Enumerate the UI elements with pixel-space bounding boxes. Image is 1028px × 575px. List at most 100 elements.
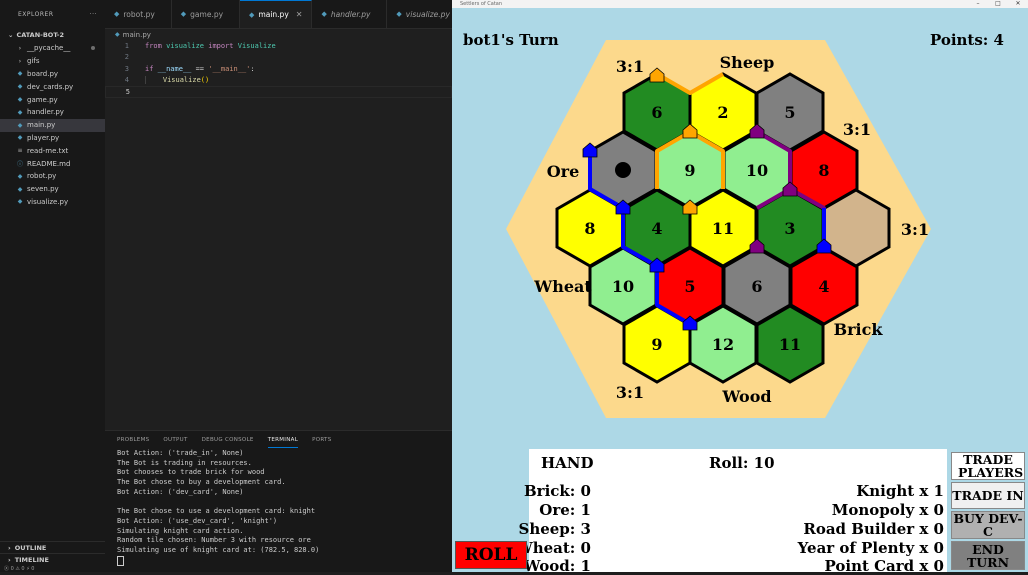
python-file-icon: ◆	[17, 121, 23, 129]
panel-tab[interactable]: PROBLEMS	[117, 433, 149, 447]
terminal-line: The Bot chose to use a development card:…	[117, 507, 316, 516]
tab-label: robot.py	[123, 9, 155, 19]
terminal-output[interactable]: Bot Action: ('trade_in', None) The Bot is…	[105, 449, 452, 566]
port-label: 3:1	[616, 383, 644, 402]
window-title: Settlers of Catan	[460, 1, 503, 7]
code-token: '__main__'	[208, 64, 251, 73]
tab-label: visualize.py	[405, 9, 450, 19]
close-icon[interactable]: ✕	[1008, 0, 1028, 8]
python-file-icon: ◆	[115, 31, 120, 38]
end-turn-button[interactable]: END TURN	[951, 541, 1025, 570]
code-editor[interactable]: 1 from visualize import Visualize 2 3 if…	[105, 40, 452, 98]
tree-file[interactable]: ◆ game.py	[0, 93, 105, 106]
tree-item-label: visualize.py	[27, 197, 69, 206]
robber-icon	[615, 162, 631, 178]
code-token: __name__	[157, 64, 192, 73]
code-line: 4 Visualize ()	[105, 75, 452, 87]
maximize-icon[interactable]: □	[988, 0, 1008, 8]
tile-number: 4	[651, 219, 662, 238]
info-icon: ⓘ	[16, 161, 23, 169]
editor-tab[interactable]: ◆ robot.py	[105, 0, 172, 28]
tile-number: 11	[712, 219, 734, 238]
tile-number: 3	[784, 219, 795, 238]
line-number: 4	[124, 76, 129, 85]
tree-item-label: game.py	[27, 95, 58, 104]
more-actions-icon[interactable]: ···	[90, 11, 97, 18]
points-display: Points: 4	[930, 31, 1004, 49]
tile-number: 8	[818, 161, 829, 180]
tree-file[interactable]: ◆ main.py	[0, 118, 105, 132]
tree-folder[interactable]: › gifs	[0, 55, 105, 68]
terminal-prompt[interactable]	[117, 555, 452, 566]
line-number: 2	[124, 53, 129, 62]
tile-number: 5	[684, 277, 695, 296]
trade-players-button[interactable]: TRADE PLAYERS	[951, 452, 1025, 480]
tree-item-label: seven.py	[27, 185, 59, 194]
tree-file[interactable]: ◆ board.py	[0, 68, 105, 81]
tile-number: 10	[612, 277, 634, 296]
terminal-line: Random tile chosen: Number 3 with resour…	[117, 536, 311, 545]
tile-number: 4	[818, 277, 829, 296]
project-folder[interactable]: ⌄ CATAN-BOT-2	[0, 28, 105, 42]
window-titlebar: Settlers of Catan – □ ✕	[452, 0, 1028, 8]
tree-item-label: robot.py	[27, 172, 57, 181]
trade-in-button[interactable]: TRADE IN	[951, 482, 1025, 509]
roll-button[interactable]: ROLL	[455, 541, 527, 569]
terminal-line: Simulating use of knight card at: (782.5…	[117, 545, 320, 554]
tree-file[interactable]: ≡ read-me.txt	[0, 144, 105, 157]
tab-label: game.py	[190, 9, 224, 19]
python-file-icon: ◆	[17, 70, 23, 78]
tree-folder[interactable]: › __pycache__	[0, 42, 105, 55]
python-file-icon: ◆	[396, 10, 402, 18]
python-file-icon: ◆	[17, 83, 23, 91]
tree-file[interactable]: ◆ dev_cards.py	[0, 80, 105, 93]
tree-file[interactable]: ◆ player.py	[0, 132, 105, 145]
python-file-icon: ◆	[17, 108, 23, 116]
panel-tab[interactable]: TERMINAL	[267, 433, 299, 448]
port-label: Wood	[721, 387, 771, 406]
devcard-point-card: Point Card x 0	[824, 557, 944, 575]
editor-tab[interactable]: ◆ main.py ✕	[240, 0, 313, 28]
code-token: from	[145, 41, 162, 50]
panel-tab[interactable]: OUTPUT	[163, 433, 187, 447]
tree-file[interactable]: ⓘ README.md	[0, 157, 105, 170]
code-line: 1 from visualize import Visualize	[105, 40, 452, 52]
timeline-section[interactable]: › TIMELINE	[0, 553, 105, 565]
explorer-header: EXPLORER ···	[0, 0, 105, 28]
file-tree: › __pycache__ › gifs ◆ board.py ◆ dev_cards.py ◆…	[0, 42, 105, 208]
buy-dev-card-button[interactable]: BUY DEV-C	[951, 511, 1025, 539]
hand-title: HAND	[541, 454, 594, 472]
panel-tab[interactable]: PORTS	[312, 433, 331, 447]
python-file-icon: ◆	[321, 10, 327, 18]
code-token: ()	[200, 76, 210, 85]
python-file-icon: ◆	[17, 198, 23, 206]
outline-section[interactable]: › OUTLINE	[0, 541, 105, 553]
minimize-icon[interactable]: –	[968, 0, 988, 8]
tile-number: 6	[651, 103, 662, 122]
editor-tab[interactable]: ◆ game.py	[172, 0, 241, 28]
chevron-right-icon: ›	[18, 57, 22, 65]
tree-file[interactable]: ◆ seven.py	[0, 183, 105, 196]
editor-tab[interactable]: ◆ handler.py	[312, 0, 388, 28]
resource-sheep: Sheep: 3	[518, 520, 591, 538]
breadcrumb[interactable]: ◆ main.py	[105, 29, 452, 40]
line-number: 3	[124, 64, 129, 73]
panel-tab[interactable]: DEBUG CONSOLE	[202, 433, 254, 447]
terminal-line: Bot chooses to trade brick for wood	[117, 468, 265, 477]
tree-file[interactable]: ◆ visualize.py	[0, 196, 105, 209]
modified-dot-icon	[91, 46, 95, 51]
code-token: :	[250, 64, 255, 73]
tree-file[interactable]: ◆ handler.py	[0, 106, 105, 119]
tree-file[interactable]: ◆ robot.py	[0, 170, 105, 183]
tile-number: 12	[712, 335, 734, 354]
devcard-road-builder: Road Builder x 0	[803, 520, 944, 538]
code-token: Visualize	[237, 41, 276, 50]
devcard-knight: Knight x 1	[856, 482, 944, 500]
chevron-right-icon: ›	[8, 543, 11, 552]
status-bar[interactable]: Ⓧ 0 ⚠ 0 ⚡ 0	[0, 566, 452, 572]
devcard-year-of-plenty: Year of Plenty x 0	[797, 539, 944, 557]
trade-players-label: TRADE PLAYERS	[958, 452, 1024, 480]
close-icon[interactable]: ✕	[296, 10, 303, 19]
terminal-line: Bot Action: ('trade_in', None)	[117, 449, 244, 457]
